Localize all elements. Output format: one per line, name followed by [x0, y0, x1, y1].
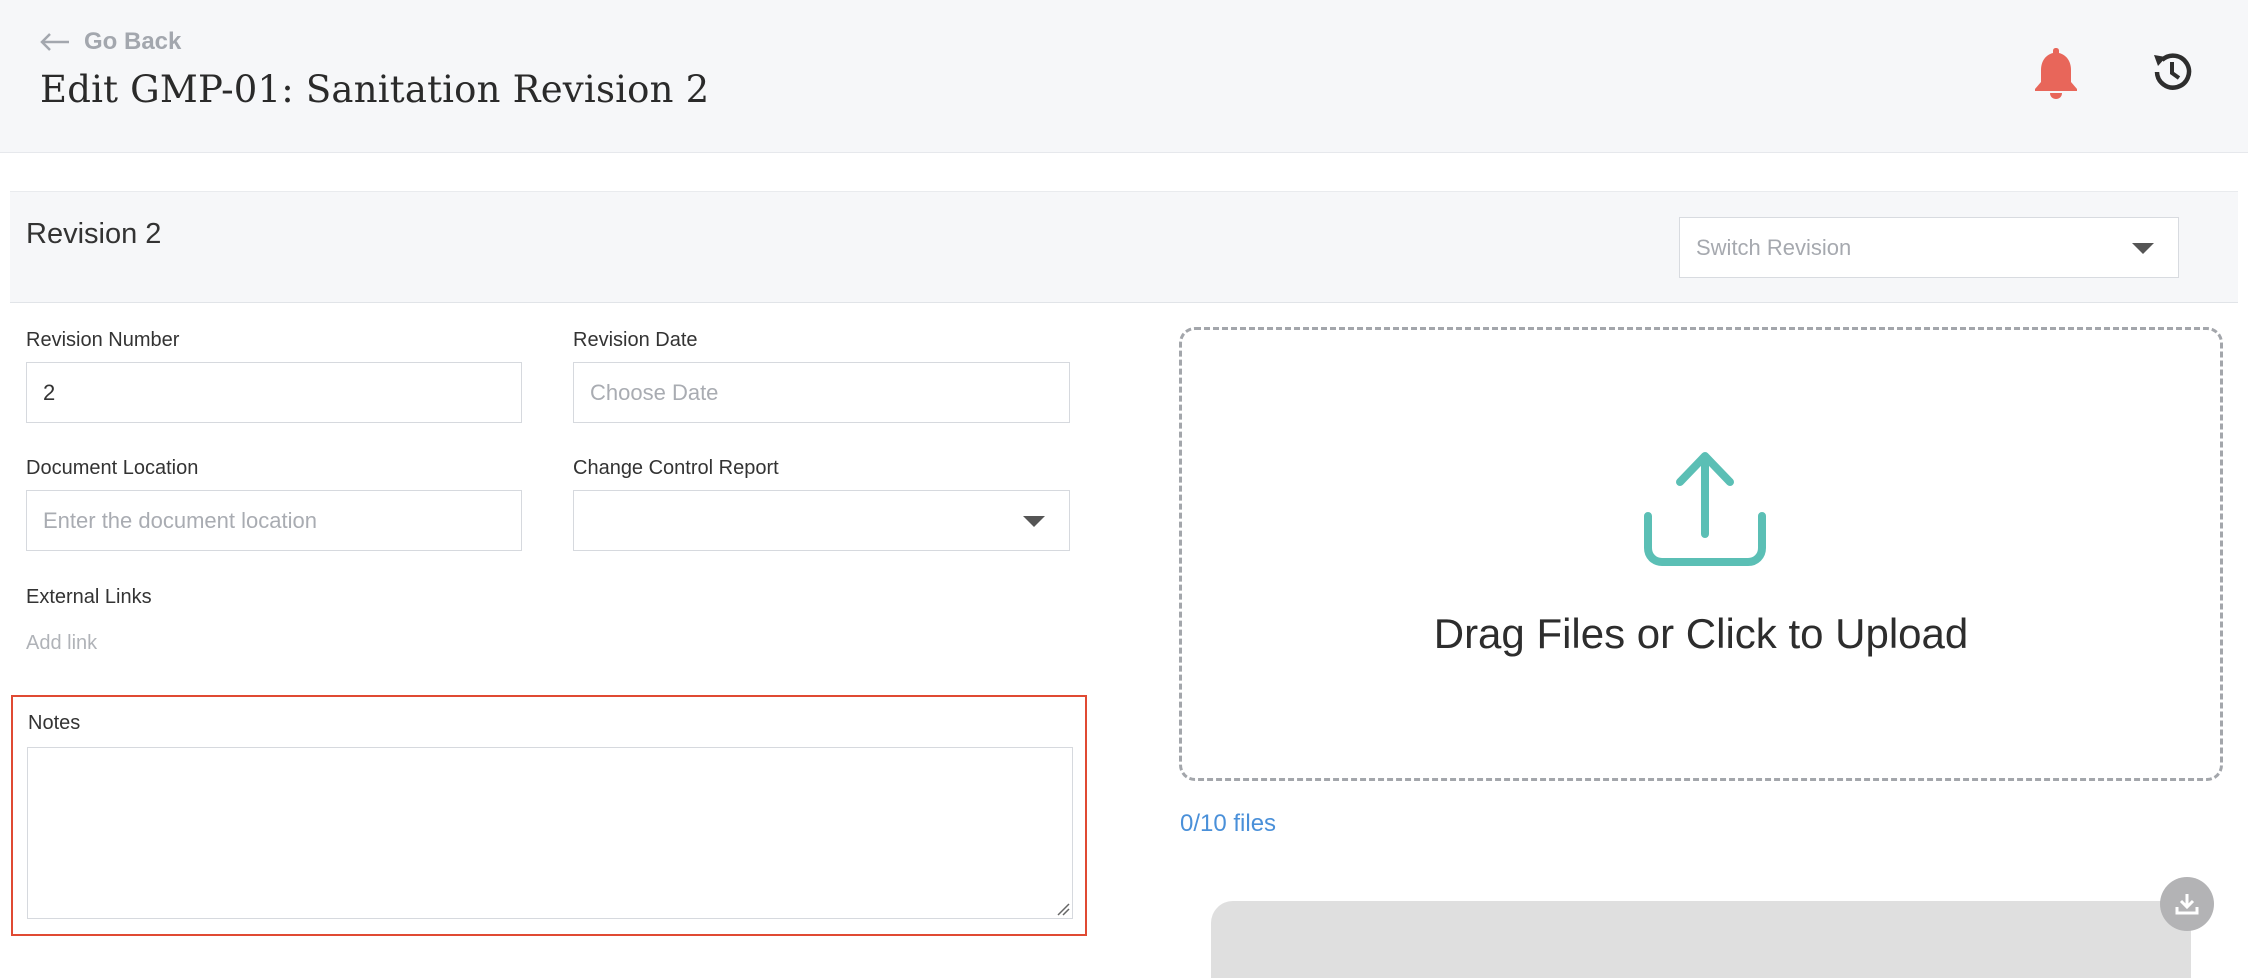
upload-icon — [1644, 452, 1766, 566]
caret-down-icon — [2132, 243, 2154, 254]
page-title: Edit GMP-01: Sanitation Revision 2 — [40, 68, 710, 111]
switch-revision-placeholder: Switch Revision — [1696, 234, 1852, 260]
notes-label: Notes — [28, 712, 81, 734]
download-button[interactable] — [2160, 877, 2214, 931]
notes-section: Notes — [11, 695, 1087, 936]
add-link-button[interactable]: Add link — [26, 632, 97, 655]
document-location-label: Document Location — [26, 457, 199, 479]
file-dropzone[interactable]: Drag Files or Click to Upload — [1179, 327, 2223, 781]
revision-header: Revision 2 Switch Revision — [10, 191, 2238, 303]
revision-date-placeholder: Choose Date — [590, 379, 719, 405]
go-back-label: Go Back — [84, 28, 182, 55]
revision-date-label: Revision Date — [573, 329, 698, 351]
dropzone-text: Drag Files or Click to Upload — [1433, 610, 1969, 657]
change-control-select[interactable] — [573, 490, 1070, 551]
notes-textarea[interactable] — [27, 747, 1073, 919]
switch-revision-select[interactable]: Switch Revision — [1679, 217, 2179, 278]
revision-number-value: 2 — [43, 379, 56, 405]
resize-handle-icon[interactable] — [1056, 902, 1070, 916]
caret-down-icon — [1023, 516, 1045, 527]
document-location-placeholder: Enter the document location — [43, 507, 317, 533]
change-control-label: Change Control Report — [573, 457, 779, 479]
history-icon[interactable] — [2148, 48, 2196, 96]
revision-number-label: Revision Number — [26, 329, 180, 351]
revision-date-input[interactable]: Choose Date — [573, 362, 1070, 423]
revision-title: Revision 2 — [26, 218, 162, 250]
file-preview-panel — [1211, 901, 2191, 978]
document-location-input[interactable]: Enter the document location — [26, 490, 522, 551]
bell-icon[interactable] — [2030, 44, 2082, 100]
revision-number-input[interactable]: 2 — [26, 362, 522, 423]
left-arrow-icon — [40, 33, 69, 51]
download-icon — [2175, 894, 2199, 915]
file-count: 0/10 files — [1180, 810, 1277, 837]
go-back-link[interactable]: Go Back — [40, 28, 181, 56]
external-links-label: External Links — [26, 586, 152, 608]
page-header: Go Back Edit GMP-01: Sanitation Revision… — [0, 0, 2248, 153]
